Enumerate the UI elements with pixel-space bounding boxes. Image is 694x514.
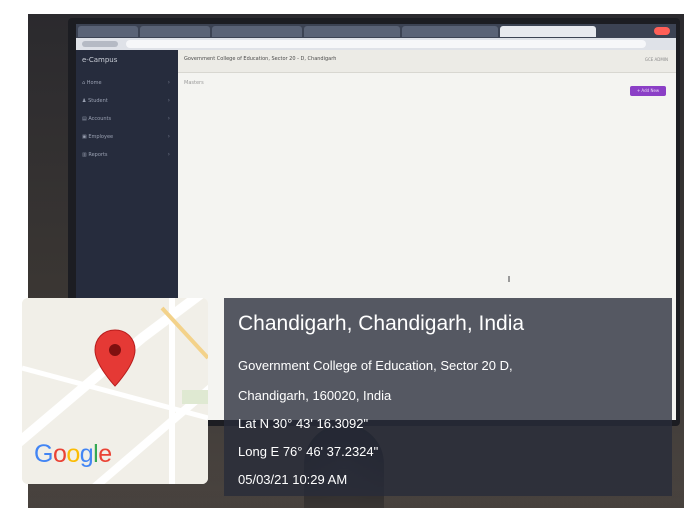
geotag-longitude: Long E 76° 46' 37.2324" <box>238 444 379 459</box>
chevron-right-icon: › <box>167 133 170 140</box>
sidebar-item-student[interactable]: ♟ Student › <box>82 96 170 106</box>
header-title: Government College of Education, Sector … <box>184 56 337 62</box>
sidebar-item-home[interactable]: ⌂ Home › <box>82 78 170 88</box>
google-logo-letter: G <box>34 440 53 468</box>
geotag-address-line2: Chandigarh, 160020, India <box>238 388 392 403</box>
geotag-city: Chandigarh, Chandigarh, India <box>238 312 525 335</box>
nav-buttons[interactable] <box>82 41 118 47</box>
sidebar-item-label: Reports <box>88 152 108 158</box>
chevron-right-icon: › <box>167 97 170 104</box>
sidebar-item-label: Accounts <box>88 116 112 122</box>
google-logo: Google <box>34 440 112 469</box>
google-logo-letter: e <box>98 440 112 468</box>
header-user[interactable]: GCE ADMIN <box>645 57 668 62</box>
browser-url-bar <box>76 38 676 50</box>
url-field[interactable] <box>126 40 646 48</box>
sidebar-item-accounts[interactable]: ▤ Accounts › <box>82 114 170 124</box>
map-thumbnail: Google <box>22 298 208 484</box>
sidebar-item-label: Student <box>88 98 108 104</box>
browser-tab-active[interactable] <box>500 26 596 37</box>
map-pin-icon <box>94 329 136 387</box>
browser-tab[interactable] <box>78 26 138 37</box>
app-brand: e-Campus <box>82 56 118 64</box>
browser-tab[interactable] <box>140 26 210 37</box>
google-logo-letter: o <box>66 440 80 468</box>
breadcrumb: Masters <box>184 80 204 86</box>
add-new-button[interactable]: + Add New <box>630 86 666 96</box>
geotag-latitude: Lat N 30° 43' 16.3092" <box>238 416 369 431</box>
sidebar-item-employee[interactable]: ▣ Employee › <box>82 132 170 142</box>
mouse-cursor <box>508 276 510 282</box>
app-header: Government College of Education, Sector … <box>178 50 676 73</box>
sidebar-item-label: Employee <box>88 134 114 140</box>
geotag-address-line1: Government College of Education, Sector … <box>238 358 513 373</box>
sidebar-item-label: Home <box>86 80 102 86</box>
chevron-right-icon: › <box>167 115 170 122</box>
browser-tab[interactable] <box>304 26 400 37</box>
google-logo-letter: o <box>52 440 67 468</box>
chevron-right-icon: › <box>167 151 170 158</box>
browser-tab[interactable] <box>212 26 302 37</box>
chevron-right-icon: › <box>167 79 170 86</box>
window-controls[interactable] <box>654 27 670 35</box>
browser-tab-bar <box>76 24 676 38</box>
sidebar-item-reports[interactable]: ▥ Reports › <box>82 150 170 160</box>
browser-tab[interactable] <box>402 26 498 37</box>
geotag-datetime: 05/03/21 10:29 AM <box>238 472 348 487</box>
google-logo-letter: g <box>79 440 94 468</box>
